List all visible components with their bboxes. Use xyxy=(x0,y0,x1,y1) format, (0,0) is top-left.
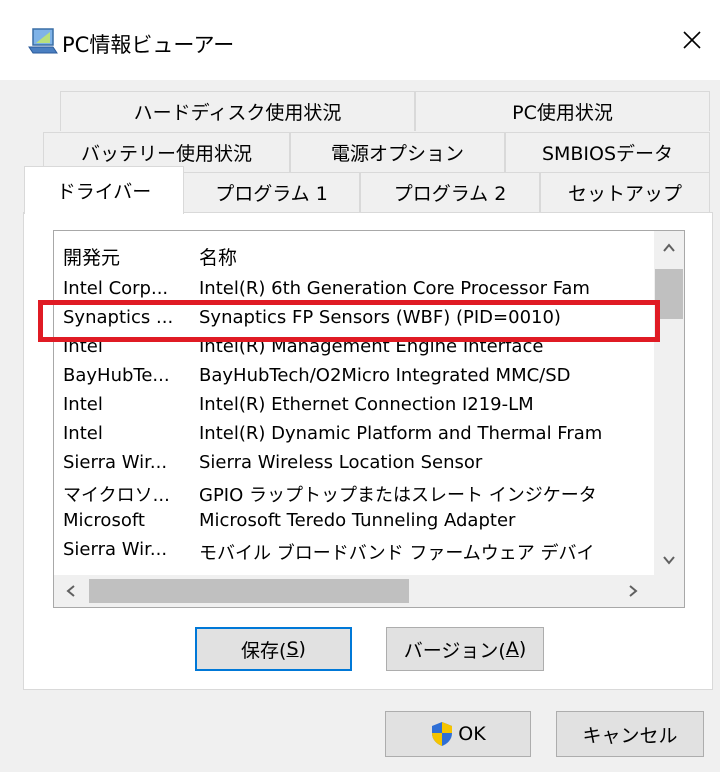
name-cell: Intel(R) Dynamic Platform and Thermal Fr… xyxy=(199,423,603,444)
list-header: 開発元 名称 xyxy=(54,239,654,269)
save-button[interactable]: 保存(S) xyxy=(195,627,352,671)
name-cell: Microsoft Teredo Tunneling Adapter xyxy=(199,510,516,531)
vendor-cell: Intel Corp... xyxy=(63,278,169,299)
name-cell: BayHubTech/O2Micro Integrated MMC/SD xyxy=(199,365,571,386)
list-item[interactable]: Intel Intel(R) Dynamic Platform and Therm… xyxy=(54,420,654,449)
vertical-scrollbar[interactable] xyxy=(654,231,684,575)
tab-pc-usage[interactable]: PC使用状況 xyxy=(415,91,710,131)
tab-program-1[interactable]: プログラム 1 xyxy=(183,172,360,212)
vendor-cell: Microsoft xyxy=(63,510,145,531)
tab-power-options[interactable]: 電源オプション xyxy=(290,132,505,172)
highlight-annotation xyxy=(38,300,660,342)
scroll-left-icon[interactable] xyxy=(64,584,78,598)
version-button[interactable]: バージョン(A) xyxy=(386,627,544,671)
vendor-cell: マイクロソ... xyxy=(63,485,170,506)
version-button-accesskey: A xyxy=(505,638,519,660)
save-button-label: 保存( xyxy=(241,639,287,662)
driver-list[interactable]: 開発元 名称 Intel Corp... Intel(R) 6th Generat… xyxy=(53,230,685,608)
list-item[interactable]: Sierra Wir... モバイル ブロードバンド ファームウェア デバイ xyxy=(54,536,654,565)
horizontal-scroll-thumb[interactable] xyxy=(89,579,409,603)
tab-smbios-data[interactable]: SMBIOSデータ xyxy=(505,132,710,172)
scroll-up-icon[interactable] xyxy=(662,241,676,255)
vendor-cell: Sierra Wir... xyxy=(63,452,168,473)
vendor-cell: Sierra Wir... xyxy=(63,539,168,560)
version-button-label: バージョン( xyxy=(403,639,506,662)
tab-hdd-usage[interactable]: ハードディスク使用状況 xyxy=(60,91,415,131)
column-header-name[interactable]: 名称 xyxy=(199,243,237,270)
name-cell: モバイル ブロードバンド ファームウェア デバイ xyxy=(199,543,595,564)
tab-drivers[interactable]: ドライバー xyxy=(24,166,184,214)
name-cell: GPIO ラップトップまたはスレート インジケータ xyxy=(199,485,597,506)
list-item[interactable]: BayHubTe... BayHubTech/O2Micro Integrated… xyxy=(54,362,654,391)
list-item[interactable]: Microsoft Microsoft Teredo Tunneling Adap… xyxy=(54,507,654,536)
cancel-button-label: キャンセル xyxy=(582,724,678,747)
save-button-accesskey: S xyxy=(286,638,299,660)
tab-program-2[interactable]: プログラム 2 xyxy=(360,172,540,212)
ok-button-label: OK xyxy=(458,723,486,745)
scroll-down-icon[interactable] xyxy=(662,553,676,567)
vendor-cell: Intel xyxy=(63,394,103,415)
list-item[interactable]: マイクロソ... GPIO ラップトップまたはスレート インジケータ xyxy=(54,478,654,507)
shield-icon xyxy=(432,722,453,746)
vendor-cell: Intel xyxy=(63,423,103,444)
tab-strip: ハードディスク使用状況 PC使用状況 バッテリー使用状況 電源オプション SMB… xyxy=(0,0,720,212)
name-cell: Intel(R) Ethernet Connection I219-LM xyxy=(199,394,534,415)
list-item[interactable]: Intel Intel(R) Ethernet Connection I219-L… xyxy=(54,391,654,420)
vendor-cell: BayHubTe... xyxy=(63,365,170,386)
horizontal-scrollbar[interactable] xyxy=(54,575,654,607)
version-button-suffix: ) xyxy=(518,638,527,660)
cancel-button[interactable]: キャンセル xyxy=(556,711,704,757)
tab-setup[interactable]: セットアップ xyxy=(540,172,710,212)
save-button-suffix: ) xyxy=(298,638,306,660)
scrollbar-corner xyxy=(654,575,684,607)
name-cell: Sierra Wireless Location Sensor xyxy=(199,452,483,473)
list-item[interactable]: Sierra Wir... Sierra Wireless Location Se… xyxy=(54,449,654,478)
column-header-vendor[interactable]: 開発元 xyxy=(63,243,120,270)
name-cell: Intel(R) 6th Generation Core Processor F… xyxy=(199,278,590,299)
scroll-right-icon[interactable] xyxy=(626,584,640,598)
ok-button[interactable]: OK xyxy=(385,711,531,757)
